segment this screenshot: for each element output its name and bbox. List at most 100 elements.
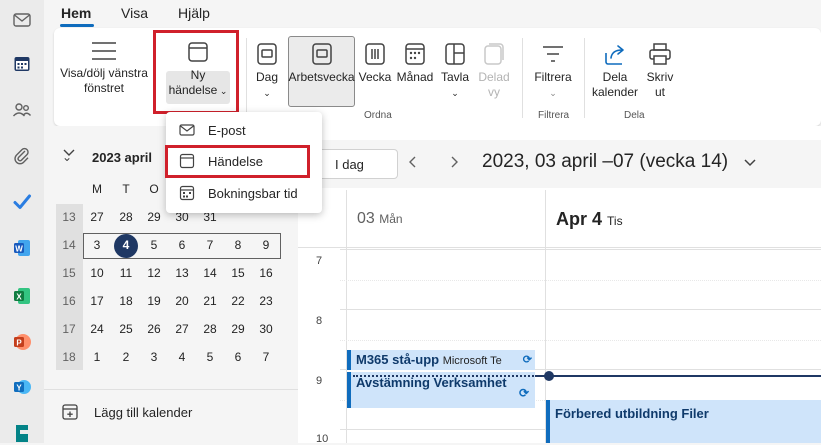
mini-calendar-day[interactable]: 28 [196,318,224,340]
day-view-button[interactable]: Dag ⌄ [251,42,283,101]
mini-calendar-day[interactable]: 25 [112,318,140,340]
booking-icon [179,185,195,201]
event-title: M365 stå-upp [356,352,440,367]
highlight-event-item [165,145,310,178]
toggle-left-pane-button[interactable]: Visa/dölj vänstra fönstret [56,40,152,96]
mini-calendar-day[interactable]: 12 [140,262,168,284]
mini-calendar-day[interactable]: 27 [168,318,196,340]
mini-calendar-day[interactable]: 7 [196,234,224,256]
tab-help[interactable]: Hjälp [178,5,210,21]
mini-calendar-day[interactable]: 16 [252,262,280,284]
mini-calendar-day[interactable]: 13 [168,262,196,284]
collapse-month-chevron[interactable] [62,146,76,160]
mini-calendar-day[interactable]: 17 [83,290,111,312]
word-icon[interactable]: W [10,236,34,260]
mini-calendar-day[interactable]: 5 [196,346,224,368]
mail-icon [179,124,195,136]
weekday-header: O [149,182,159,196]
mini-calendar-day[interactable]: 6 [168,234,196,256]
tab-home[interactable]: Hem [61,5,91,21]
mini-calendar-day[interactable]: 18 [112,290,140,312]
month-view-button[interactable]: Månad [395,42,435,85]
split-view-button[interactable]: Delad vy [475,42,513,100]
mini-calendar-day[interactable]: 21 [196,290,224,312]
day-header-tuesday[interactable]: Apr 4 Tis [556,209,623,230]
mini-calendar-day[interactable]: 14 [196,262,224,284]
powerpoint-icon[interactable]: P [10,330,34,354]
print-label-2: ut [654,85,665,99]
mini-calendar-day[interactable]: 8 [224,234,252,256]
filter-icon [543,46,563,62]
hamburger-icon [92,42,116,60]
group-label-arrange: Ordna [364,110,392,121]
svg-text:W: W [15,244,23,253]
mini-calendar-day[interactable]: 11 [112,262,140,284]
day-header-monday[interactable]: 03 Mån [357,210,403,228]
week-number: 13 [62,210,76,224]
week-number: 14 [62,238,76,252]
add-calendar-link[interactable]: Lägg till kalender [94,405,192,420]
previous-week-icon[interactable] [405,154,421,170]
mini-calendar-day[interactable]: 20 [168,290,196,312]
attachment-icon[interactable] [10,144,34,168]
people-icon[interactable] [10,98,34,122]
mini-calendar-day[interactable]: 28 [112,206,140,228]
chevron-down-icon[interactable] [742,154,758,170]
today-button-label: I dag [335,157,364,172]
mini-calendar-day[interactable]: 3 [83,234,111,256]
todo-icon[interactable] [10,190,34,214]
current-time-line [535,375,821,377]
mini-calendar-day[interactable]: 15 [224,262,252,284]
date-range-title[interactable]: 2023, 03 april –07 (vecka 14) [482,151,728,173]
event-title: Förbered utbildning Filer [555,406,709,421]
mail-icon[interactable] [10,8,34,32]
hour-line [340,309,821,310]
mini-calendar-today[interactable]: 4 [112,234,140,256]
recurring-icon: ⟳ [518,386,529,400]
week-number: 18 [62,350,76,364]
mini-calendar-day[interactable]: 5 [140,234,168,256]
board-view-button[interactable]: Tavla ⌄ [438,42,472,101]
workweek-view-button[interactable]: Arbetsvecka [288,42,355,85]
mini-calendar-month-title[interactable]: 2023 april [92,150,152,165]
menu-item-bookable-time[interactable]: Bokningsbar tid [166,178,322,208]
mini-calendar-day[interactable]: 1 [83,346,111,368]
mini-calendar-day[interactable]: 4 [168,346,196,368]
sway-icon[interactable] [10,420,34,444]
mini-calendar-day[interactable]: 29 [140,206,168,228]
event-verksamhet[interactable]: Avstämning Verksamhet ⟳ [347,372,535,408]
event-m365-standup[interactable]: M365 stå-upp Microsoft Te ⟳ [347,350,535,370]
mini-calendar-day[interactable]: 22 [224,290,252,312]
print-button[interactable]: Skriv ut [642,42,678,100]
print-label: Skriv [646,70,674,84]
week-view-button[interactable]: Vecka [358,42,392,85]
menu-item-email[interactable]: E-post [166,115,322,145]
mini-calendar-day[interactable]: 23 [252,290,280,312]
day-name: Mån [379,212,403,226]
split-view-icon [484,43,504,65]
group-label-filter: Filtrera [538,110,570,121]
next-week-icon[interactable] [446,154,462,170]
mini-calendar-day[interactable]: 2 [112,346,140,368]
excel-icon[interactable]: X [10,284,34,308]
mini-calendar-day[interactable]: 7 [252,346,280,368]
mini-calendar-day[interactable]: 24 [83,318,111,340]
mini-calendar-day[interactable]: 19 [140,290,168,312]
mini-calendar-day[interactable]: 30 [252,318,280,340]
calendar-icon[interactable] [10,52,34,76]
today-button[interactable]: I dag [318,149,398,179]
week-view-label: Vecka [358,70,392,84]
yammer-icon[interactable]: Y [10,375,34,399]
share-calendar-button[interactable]: Dela kalender [590,42,640,100]
active-tab-indicator [60,24,94,27]
tab-view[interactable]: Visa [121,5,148,21]
mini-calendar-day[interactable]: 6 [224,346,252,368]
mini-calendar-day[interactable]: 9 [252,234,280,256]
mini-calendar-day[interactable]: 29 [224,318,252,340]
mini-calendar-day[interactable]: 10 [83,262,111,284]
mini-calendar-day[interactable]: 26 [140,318,168,340]
mini-calendar-day[interactable]: 3 [140,346,168,368]
mini-calendar-day[interactable]: 27 [83,206,111,228]
filter-button[interactable]: Filtrera ⌄ [528,42,578,101]
event-prepare-training[interactable]: Förbered utbildning Filer [546,400,821,443]
